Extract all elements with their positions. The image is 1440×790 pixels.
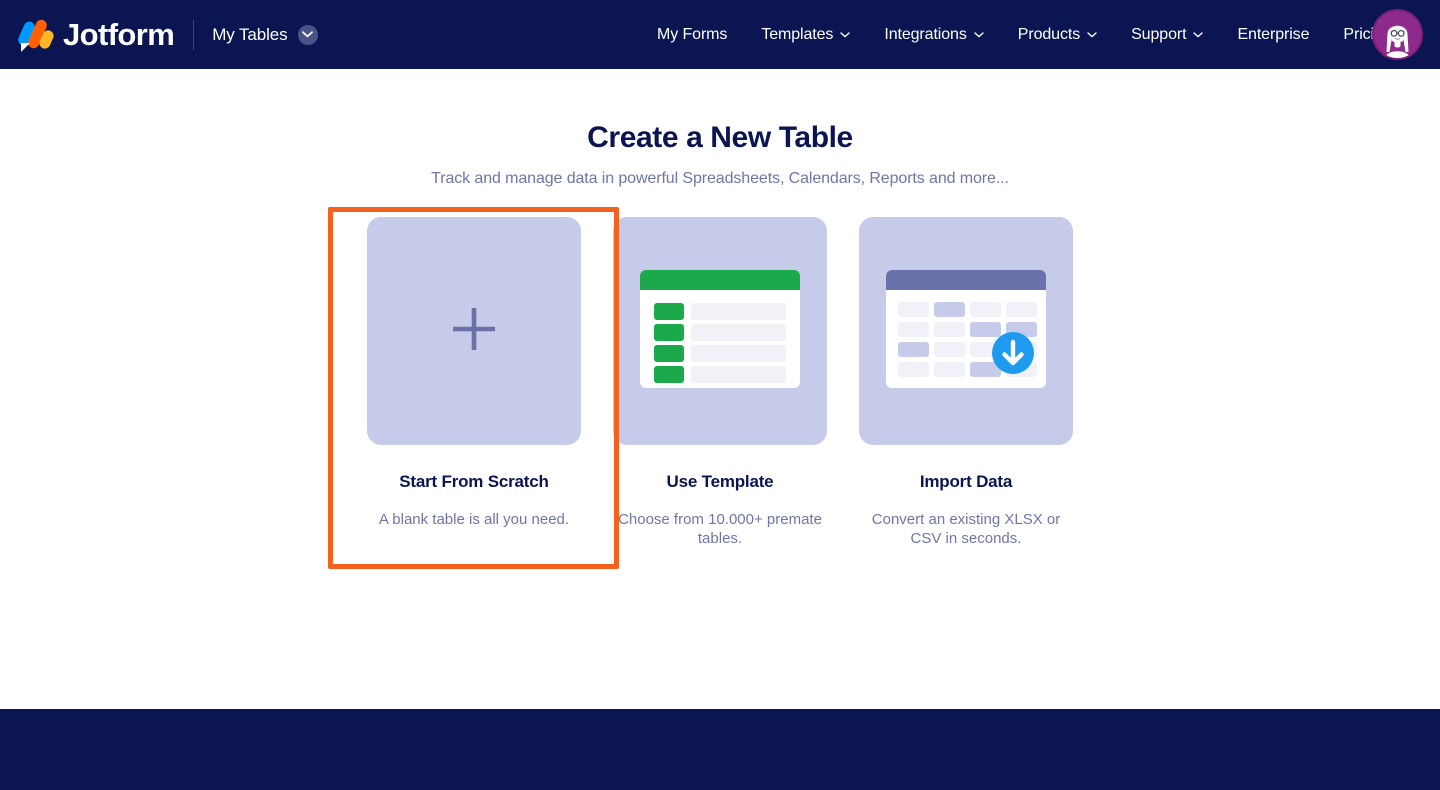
card-import-data[interactable]: Import Data Convert an existing XLSX or … bbox=[859, 217, 1073, 548]
avatar[interactable] bbox=[1372, 9, 1423, 60]
card-art-import bbox=[859, 217, 1073, 445]
jotform-logo-icon[interactable] bbox=[16, 17, 56, 52]
card-art-template bbox=[613, 217, 827, 445]
card-description: Convert an existing XLSX or CSV in secon… bbox=[871, 511, 1061, 548]
header-brand-area: Jotform My Tables bbox=[0, 17, 318, 52]
card-description: Choose from 10.000+ premate tables. bbox=[618, 511, 822, 548]
header-divider bbox=[193, 19, 195, 50]
page-title: Create a New Table bbox=[587, 121, 853, 154]
template-table-icon bbox=[640, 269, 800, 393]
card-title: Import Data bbox=[919, 472, 1013, 491]
card-description: A blank table is all you need. bbox=[378, 511, 570, 528]
chevron-down-icon bbox=[974, 31, 984, 38]
plus-icon bbox=[445, 300, 503, 363]
top-navigation-bar: Jotform My Tables My Forms Templates Int… bbox=[0, 0, 1440, 69]
main-nav: My Forms Templates Integrations Products… bbox=[640, 0, 1409, 69]
footer-bar bbox=[0, 709, 1440, 790]
chevron-down-icon[interactable] bbox=[297, 24, 318, 45]
card-list: Start From Scratch A blank table is all … bbox=[0, 217, 1440, 548]
jotform-wordmark[interactable]: Jotform bbox=[63, 19, 175, 50]
chevron-down-icon bbox=[840, 31, 851, 38]
nav-item-support[interactable]: Support bbox=[1114, 0, 1220, 69]
nav-label: Support bbox=[1131, 25, 1187, 43]
logo-triangle bbox=[21, 42, 30, 52]
chevron-down-icon bbox=[1193, 31, 1204, 38]
import-table-icon bbox=[886, 269, 1046, 393]
page-subtitle: Track and manage data in powerful Spread… bbox=[431, 170, 1009, 187]
card-use-template[interactable]: Use Template Choose from 10.000+ premate… bbox=[613, 217, 827, 548]
workspace-label[interactable]: My Tables bbox=[212, 25, 287, 45]
card-title: Start From Scratch bbox=[399, 472, 549, 491]
nav-item-integrations[interactable]: Integrations bbox=[867, 0, 1000, 69]
card-title: Use Template bbox=[666, 472, 774, 491]
card-start-from-scratch[interactable]: Start From Scratch A blank table is all … bbox=[367, 217, 581, 548]
nav-item-templates[interactable]: Templates bbox=[744, 0, 867, 69]
nav-item-products[interactable]: Products bbox=[1001, 0, 1114, 69]
create-table-panel: Create a New Table Track and manage data… bbox=[0, 69, 1440, 709]
nav-label: Templates bbox=[761, 25, 834, 43]
nav-item-my-forms[interactable]: My Forms bbox=[640, 0, 744, 69]
nav-label: Enterprise bbox=[1237, 25, 1310, 43]
nav-label: Integrations bbox=[884, 25, 967, 43]
nav-item-enterprise[interactable]: Enterprise bbox=[1220, 0, 1326, 69]
chevron-down-icon bbox=[1087, 31, 1097, 38]
card-art-scratch bbox=[367, 217, 581, 445]
nav-label: My Forms bbox=[657, 25, 728, 43]
nav-label: Products bbox=[1017, 25, 1081, 43]
